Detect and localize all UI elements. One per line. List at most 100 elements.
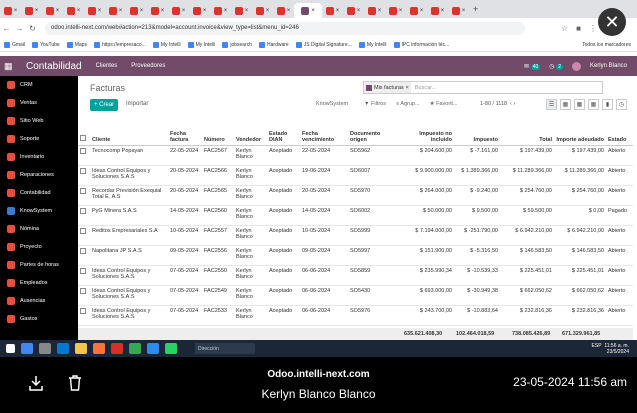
browser-tab[interactable]: × (84, 3, 105, 18)
table-row[interactable]: Recordar Previsión Exequial Total E. A.S… (78, 185, 633, 206)
create-button[interactable]: + Crear (90, 99, 119, 111)
browser-tab[interactable]: × (343, 3, 364, 18)
sidebar-item[interactable]: KnowSystem (0, 202, 78, 220)
row-checkbox[interactable] (80, 307, 86, 314)
chrome-icon[interactable] (21, 343, 33, 354)
pager[interactable]: 1-80 / 1118 ‹ › (480, 101, 515, 107)
tab-close-icon[interactable]: × (77, 8, 81, 14)
activity-view-icon[interactable]: ◷ (616, 99, 627, 110)
user-name[interactable]: Kerlyn Blanco (590, 63, 627, 69)
sidebar-item[interactable]: Soporte (0, 130, 78, 148)
tab-close-icon[interactable]: × (378, 8, 382, 14)
bookmark-item[interactable]: Gmail (4, 41, 25, 48)
sidebar-item[interactable]: Sitio Web (0, 112, 78, 130)
taskbar-search[interactable]: Dirección (195, 343, 255, 354)
sidebar-item[interactable]: Contabilidad (0, 184, 78, 202)
search-input[interactable]: Buscar... (415, 85, 436, 91)
search-facet[interactable]: Mis facturas × (364, 82, 411, 93)
browser-tab[interactable]: × (42, 3, 63, 18)
calendar-view-icon[interactable]: ▦ (574, 99, 585, 110)
table-row[interactable]: Ideas Control Equipos y Soluciones S.A.S… (78, 285, 633, 306)
tab-close-icon[interactable]: × (336, 8, 340, 14)
browser-tab[interactable]: × (189, 3, 210, 18)
browser-tab[interactable]: × (168, 3, 189, 18)
sidebar-item[interactable]: Nómina (0, 220, 78, 238)
bookmark-item[interactable]: IPC información téc... (393, 41, 449, 48)
tab-close-icon[interactable]: × (203, 8, 207, 14)
sidebar-item[interactable]: Ausencias (0, 292, 78, 310)
back-icon[interactable]: ← (0, 24, 13, 33)
facet-remove-icon[interactable]: × (406, 85, 409, 91)
browser-tab[interactable]: × (126, 3, 147, 18)
row-checkbox[interactable] (80, 287, 86, 294)
chat-icon[interactable]: ✉ 40 (524, 63, 541, 70)
whatsapp-icon[interactable] (165, 343, 177, 354)
bookmark-item[interactable]: https://empresaco... (93, 41, 146, 48)
column-header[interactable]: Estado (606, 118, 633, 146)
table-row[interactable]: Ideas Control Equipos y Soluciones S.A.S… (78, 305, 633, 326)
select-all-checkbox[interactable] (80, 134, 86, 141)
table-row[interactable]: Tecnocomp Popayan 22-05-2024 FAC2567 Kerlyn… (78, 145, 633, 166)
star-icon[interactable]: ☆ (561, 24, 568, 33)
sidebar-item[interactable]: Partes de horas (0, 256, 78, 274)
windows-start-icon[interactable] (6, 344, 15, 353)
menu-clientes[interactable]: Clientes (96, 63, 118, 69)
browser-tab[interactable]: × (252, 3, 273, 18)
column-header[interactable]: Cliente (90, 118, 168, 146)
activity-icon[interactable]: ◷ 2 (549, 63, 563, 70)
bookmark-item[interactable]: Hardware (259, 41, 289, 48)
bookmark-item[interactable]: My Intelli (358, 41, 387, 48)
bookmark-item[interactable]: My Intelli (187, 41, 215, 48)
browser-tab[interactable]: × (63, 3, 84, 18)
sidebar-item[interactable]: CRM (0, 76, 78, 94)
firefox-icon[interactable] (93, 343, 105, 354)
row-checkbox[interactable] (80, 187, 86, 194)
browser-tab[interactable]: × (322, 3, 343, 18)
tab-close-icon[interactable]: × (266, 8, 270, 14)
bookmark-item[interactable]: My Intelli (152, 41, 181, 48)
acrobat-icon[interactable] (111, 343, 123, 354)
browser-tab[interactable]: × (406, 3, 427, 18)
sidebar-item[interactable]: Proyecto (0, 238, 78, 256)
tab-close-icon[interactable]: × (119, 8, 123, 14)
tab-close-icon[interactable]: × (224, 8, 228, 14)
tab-close-icon[interactable]: × (14, 8, 18, 14)
tab-close-icon[interactable]: × (287, 8, 291, 14)
sidebar-item[interactable]: Reparaciones (0, 166, 78, 184)
row-checkbox[interactable] (80, 147, 86, 154)
url-bar[interactable]: odoo.intelli-next.com/web#action=213&mod… (45, 21, 525, 35)
column-header[interactable]: Total (500, 118, 554, 146)
graph-view-icon[interactable]: ▮ (602, 99, 613, 110)
tab-close-icon[interactable]: × (161, 8, 165, 14)
app-title[interactable]: Contabilidad (26, 61, 82, 72)
sidebar-item[interactable]: Empleados (0, 274, 78, 292)
column-header[interactable]: Fecha vencimiento (300, 118, 348, 146)
camera-icon[interactable] (39, 343, 51, 354)
browser-tab[interactable]: × (105, 3, 126, 18)
table-row[interactable]: PyG Minera S.A.S 14-05-2024 FAC2560 Kerlyn … (78, 205, 633, 226)
row-checkbox[interactable] (80, 247, 86, 254)
close-viewer-button[interactable]: ✕ (598, 8, 626, 36)
row-checkbox[interactable] (80, 267, 86, 274)
tab-close-icon[interactable]: × (245, 8, 249, 14)
sidebar-item[interactable]: Inventario (0, 148, 78, 166)
column-header[interactable]: Importe adeudado (554, 118, 606, 146)
column-header[interactable]: Documento origen (348, 118, 398, 146)
pivot-view-icon[interactable]: ▦ (588, 99, 599, 110)
avatar[interactable] (571, 61, 581, 71)
tab-close-icon[interactable]: × (357, 8, 361, 14)
all-bookmarks-link[interactable]: Todos los marcadores (582, 42, 637, 48)
chrome-app-icon[interactable] (129, 343, 141, 354)
menu-proveedores[interactable]: Proveedores (131, 63, 165, 69)
search-box[interactable]: Mis facturas × Buscar... (363, 81, 603, 94)
browser-tab[interactable]: × (273, 3, 294, 18)
tab-close-icon[interactable]: × (441, 8, 445, 14)
column-header[interactable]: Estado DIAN (267, 118, 300, 146)
tab-close-icon[interactable]: × (399, 8, 403, 14)
row-checkbox[interactable] (80, 207, 86, 214)
tab-close-icon[interactable]: × (311, 8, 315, 14)
forward-icon[interactable]: → (13, 24, 26, 33)
column-header[interactable]: Impuesto no incluido (398, 118, 454, 146)
sidebar-item[interactable]: Ventas (0, 94, 78, 112)
taskbar-clock[interactable]: ESP 11:56 a. m. 23/5/2024 (592, 343, 637, 355)
